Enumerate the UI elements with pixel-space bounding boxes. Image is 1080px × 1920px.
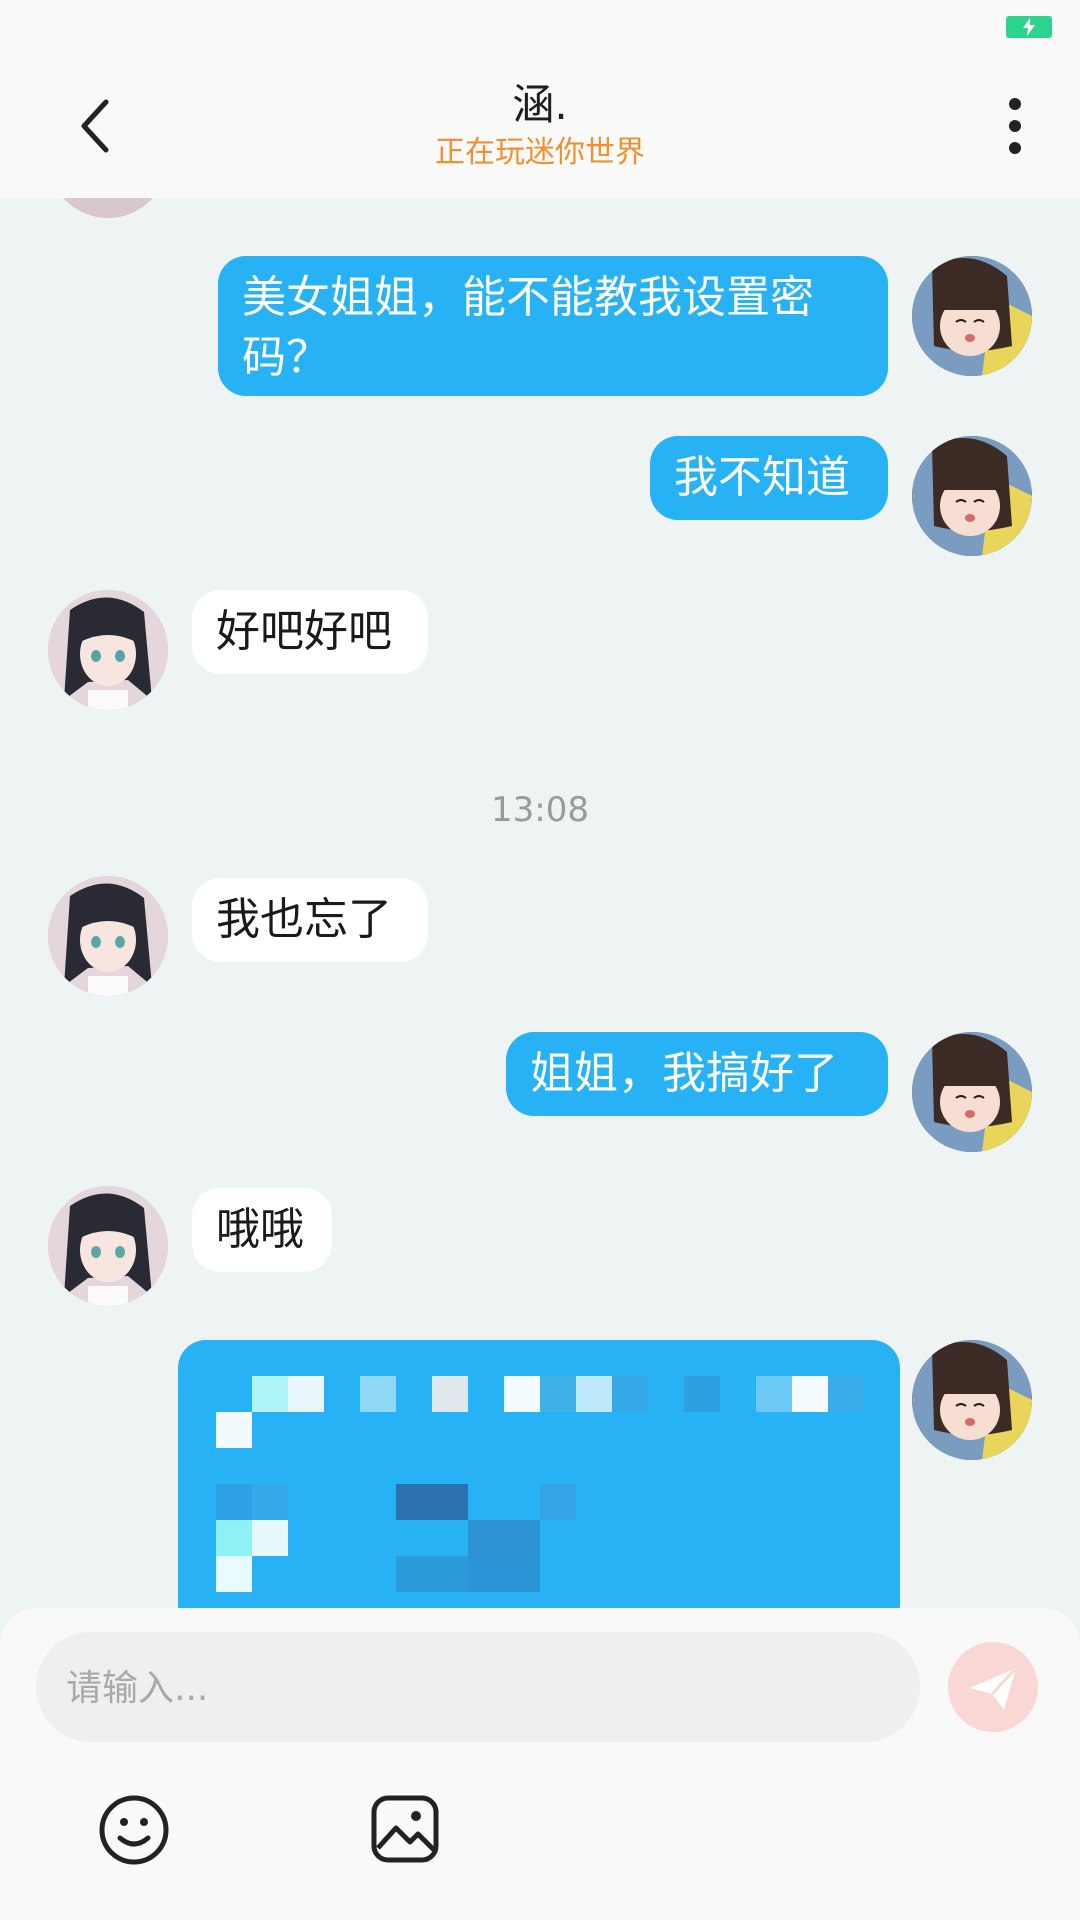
mosaic-block — [576, 1376, 612, 1412]
my-avatar[interactable] — [912, 256, 1032, 376]
input-panel — [0, 1608, 1080, 1920]
mosaic-block — [756, 1376, 792, 1412]
status-bar — [0, 0, 1080, 50]
message-input-container[interactable] — [36, 1632, 920, 1744]
mosaic-block — [216, 1556, 252, 1592]
image-icon — [371, 1795, 439, 1863]
contact-avatar[interactable] — [48, 590, 168, 710]
my-avatar[interactable] — [912, 1340, 1032, 1460]
send-button[interactable] — [948, 1642, 1038, 1732]
emoji-button[interactable] — [98, 1794, 170, 1866]
mosaic-block — [468, 1520, 540, 1556]
message-bubble-outgoing[interactable]: 我不知道 — [650, 436, 888, 520]
mosaic-block — [540, 1484, 576, 1520]
mosaic-block — [684, 1376, 720, 1412]
message-bubble-outgoing[interactable]: 美女姐姐，能不能教我设置密码？ — [218, 256, 888, 396]
message-bubble-outgoing[interactable]: 姐姐，我搞好了 — [506, 1032, 888, 1116]
contact-status: 正在玩迷你世界 — [435, 135, 645, 170]
message-bubble-outgoing-censored[interactable] — [178, 1340, 900, 1608]
mosaic-block — [504, 1376, 540, 1412]
mosaic-block — [432, 1376, 468, 1412]
more-vertical-icon — [1009, 98, 1021, 154]
mosaic-block — [216, 1484, 252, 1520]
mosaic-block — [396, 1556, 468, 1592]
chat-title-area: 涵. 正在玩迷你世界 — [0, 80, 1080, 172]
mosaic-block — [252, 1520, 288, 1556]
mosaic-block — [540, 1376, 576, 1412]
mosaic-block — [792, 1376, 828, 1412]
contact-name: 涵. — [512, 80, 568, 129]
mosaic-block — [612, 1376, 648, 1412]
my-avatar[interactable] — [912, 1032, 1032, 1152]
mosaic-block — [288, 1376, 324, 1412]
message-bubble-incoming[interactable]: 哦哦 — [192, 1188, 332, 1272]
mosaic-block — [252, 1376, 288, 1412]
contact-avatar[interactable] — [48, 1186, 168, 1306]
mosaic-block — [396, 1484, 468, 1520]
mosaic-block — [216, 1520, 252, 1556]
message-list[interactable]: 美女姐姐，能不能教我设置密码？ 我不知道 好吧好吧 13:08 我也忘了 姐姐，… — [0, 198, 1080, 1608]
mosaic-block — [252, 1484, 288, 1520]
smiley-icon — [99, 1795, 169, 1865]
battery-charging-icon — [1006, 16, 1052, 38]
message-timestamp: 13:08 — [491, 790, 589, 830]
mosaic-block — [216, 1412, 252, 1448]
message-bubble-incoming[interactable]: 好吧好吧 — [192, 590, 428, 674]
mosaic-block — [468, 1556, 540, 1592]
paper-plane-icon — [970, 1666, 1018, 1710]
contact-avatar[interactable] — [48, 198, 168, 218]
contact-avatar[interactable] — [48, 876, 168, 996]
message-input[interactable] — [64, 1632, 888, 1744]
more-button[interactable] — [990, 96, 1040, 156]
chat-header: 涵. 正在玩迷你世界 — [0, 50, 1080, 198]
mosaic-block — [360, 1376, 396, 1412]
message-bubble-incoming[interactable]: 我也忘了 — [192, 878, 428, 962]
my-avatar[interactable] — [912, 436, 1032, 556]
image-button[interactable] — [370, 1794, 440, 1864]
mosaic-block — [828, 1376, 864, 1412]
